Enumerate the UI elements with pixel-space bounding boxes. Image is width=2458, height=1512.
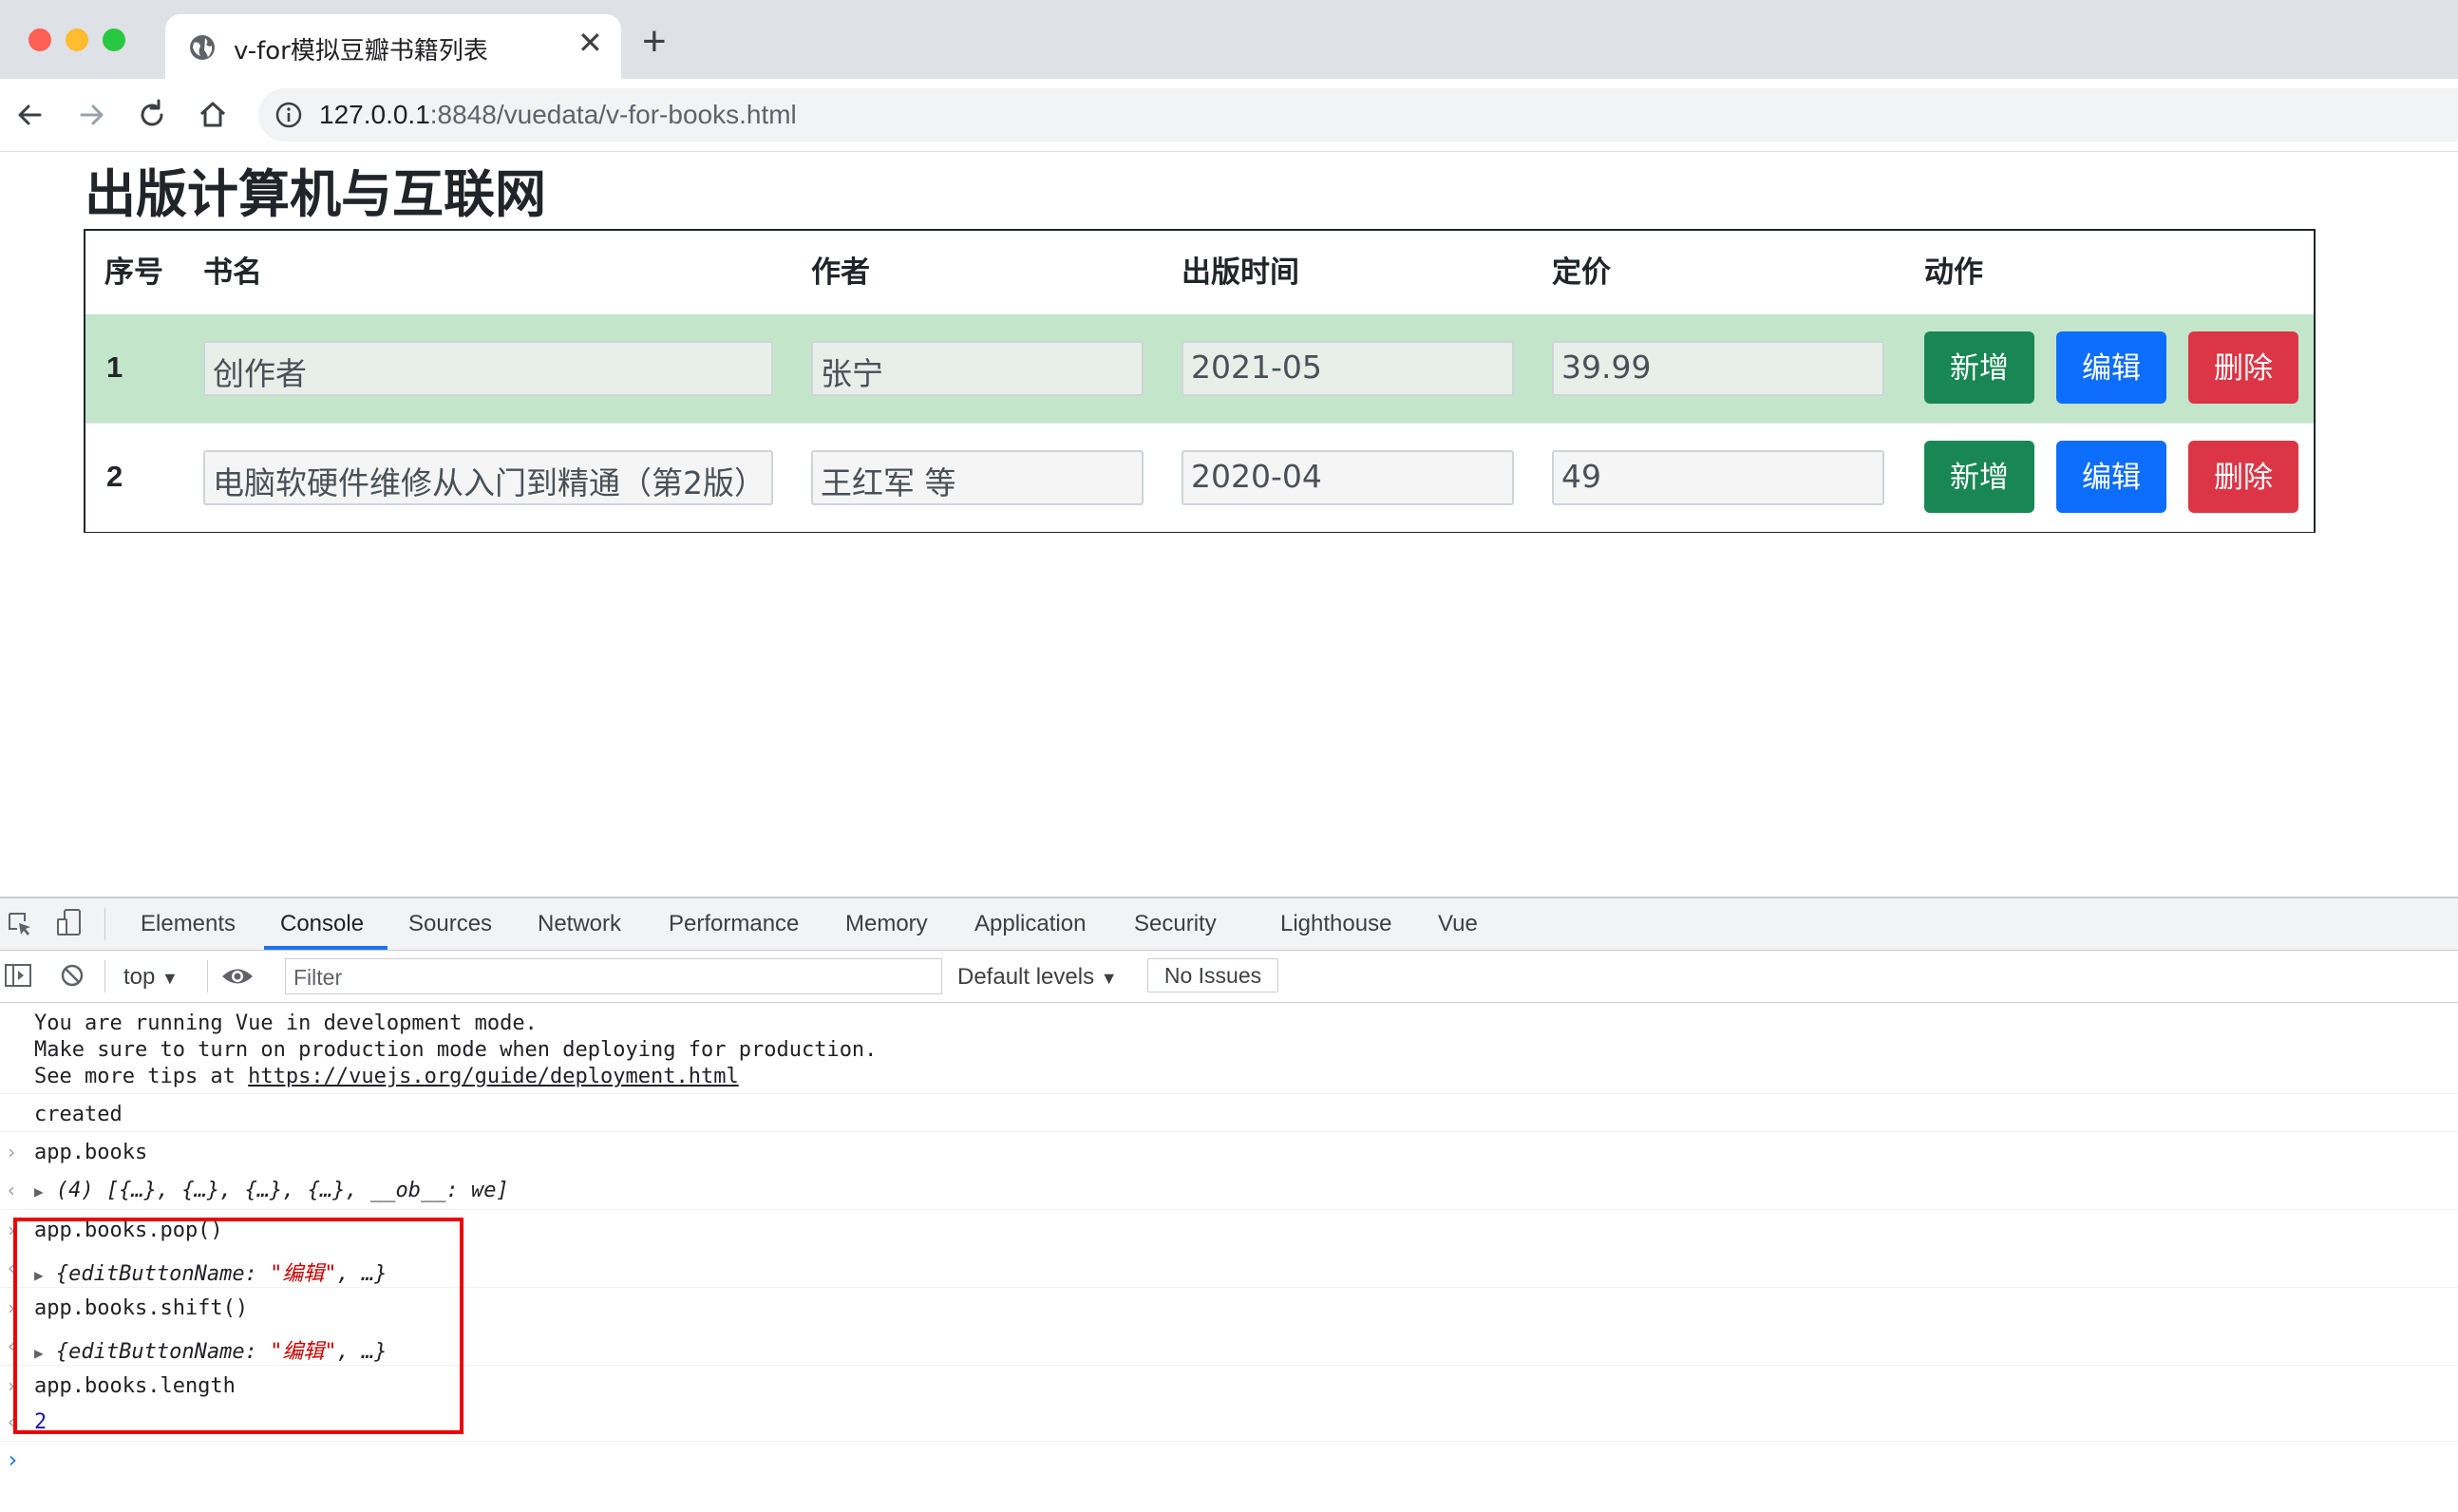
url-text: 127.0.0.1:8848/vuedata/v-for-books.html (319, 100, 797, 129)
eye-icon[interactable] (220, 964, 255, 989)
filterbar-divider (207, 960, 208, 992)
book-name-input[interactable]: 电脑软硬件维修从入门到精通（第2版） (203, 450, 773, 505)
console-result[interactable]: ▶ (4) [{…}, {…}, {…}, {…}, __ob__: we] (34, 1179, 509, 1202)
tab-title: v-for模拟豆瓣书籍列表 (234, 37, 488, 66)
tab-sources[interactable]: Sources (408, 911, 492, 937)
back-arrow-icon[interactable] (11, 96, 49, 134)
table-row: 2 电脑软硬件维修从入门到精通（第2版） 王红军 等 2020-04 49 新增… (85, 423, 2314, 532)
delete-button[interactable]: 删除 (2188, 441, 2298, 513)
header-date: 出版时间 (1182, 255, 1299, 290)
author-input[interactable]: 张宁 (811, 341, 1144, 396)
output-arrow-icon: ‹ (6, 1179, 18, 1201)
console-message: See more tips at https://vuejs.org/guide… (34, 1065, 739, 1088)
globe-icon (190, 35, 215, 60)
page-content: 出版计算机与互联网 序号 书名 作者 出版时间 定价 动作 1 创作者 张宁 2… (0, 152, 2458, 898)
row-index: 1 (106, 350, 123, 384)
price-input[interactable]: 49 (1552, 450, 1884, 505)
inspect-element-icon[interactable] (6, 910, 34, 938)
tab-vue[interactable]: Vue (1438, 911, 1478, 937)
expand-triangle-icon[interactable]: ▶ (34, 1182, 44, 1200)
header-index: 序号 (104, 255, 163, 290)
input-prompt-icon: › (6, 1141, 18, 1163)
tab-console[interactable]: Console (280, 911, 364, 937)
device-toolbar-icon[interactable] (55, 908, 84, 938)
edit-button[interactable]: 编辑 (2056, 331, 2166, 404)
header-author: 作者 (811, 255, 870, 290)
tab-close-icon[interactable]: ✕ (577, 28, 603, 58)
context-selector[interactable]: top ▼ (123, 964, 179, 991)
devtools-tabbar: Elements Console Sources Network Perform… (0, 898, 2458, 951)
close-window-button[interactable] (28, 28, 51, 51)
show-sidebar-icon[interactable] (4, 962, 32, 989)
tab-performance[interactable]: Performance (669, 911, 799, 937)
console-separator (0, 1441, 2458, 1442)
browser-tab-active[interactable]: v-for模拟豆瓣书籍列表 ✕ (165, 14, 621, 79)
books-table: 序号 书名 作者 出版时间 定价 动作 1 创作者 张宁 2021-05 39.… (84, 229, 2316, 533)
author-input[interactable]: 王红军 等 (811, 450, 1144, 505)
page-title: 出版计算机与互联网 (85, 164, 546, 224)
tab-lighthouse[interactable]: Lighthouse (1280, 911, 1391, 937)
minimize-window-button[interactable] (66, 28, 88, 51)
info-icon[interactable] (274, 100, 304, 130)
maximize-window-button[interactable] (103, 28, 125, 51)
forward-arrow-icon[interactable] (72, 96, 110, 134)
price-input[interactable]: 39.99 (1552, 341, 1884, 396)
home-icon[interactable] (194, 96, 232, 134)
new-tab-icon[interactable]: + (642, 21, 667, 63)
address-bar[interactable]: 127.0.0.1:8848/vuedata/v-for-books.html (258, 88, 2458, 142)
console-message: You are running Vue in development mode. (34, 1011, 538, 1035)
deployment-link[interactable]: https://vuejs.org/guide/deployment.html (248, 1065, 739, 1088)
tabbar-divider (104, 908, 105, 940)
console-message: Make sure to turn on production mode whe… (34, 1038, 878, 1062)
publish-date-input[interactable]: 2021-05 (1182, 341, 1514, 396)
console-message: created (34, 1103, 123, 1126)
delete-button[interactable]: 删除 (2188, 331, 2298, 404)
publish-date-input[interactable]: 2020-04 (1182, 450, 1514, 505)
add-button[interactable]: 新增 (1924, 441, 2034, 513)
book-name-input[interactable]: 创作者 (203, 341, 773, 396)
console-separator (0, 1093, 2458, 1094)
tab-application[interactable]: Application (974, 911, 1086, 937)
tab-elements[interactable]: Elements (141, 911, 236, 937)
add-button[interactable]: 新增 (1924, 331, 2034, 404)
header-action: 动作 (1924, 255, 1983, 290)
table-row: 1 创作者 张宁 2021-05 39.99 新增 编辑 删除 (85, 314, 2314, 423)
tab-network[interactable]: Network (538, 911, 621, 937)
annotation-highlight-box (13, 1218, 463, 1434)
browser-toolbar: 127.0.0.1:8848/vuedata/v-for-books.html (0, 79, 2458, 153)
console-prompt-icon[interactable]: › (6, 1446, 19, 1473)
reload-icon[interactable] (133, 96, 171, 134)
filterbar-divider (104, 960, 105, 992)
console-filter-input[interactable]: Filter (285, 958, 942, 994)
edit-button[interactable]: 编辑 (2056, 441, 2166, 513)
row-index: 2 (106, 460, 123, 493)
header-name: 书名 (203, 255, 262, 290)
browser-titlebar: v-for模拟豆瓣书籍列表 ✕ + (0, 0, 2458, 79)
console-command: app.books (34, 1141, 148, 1164)
issues-button[interactable]: No Issues (1147, 958, 1278, 992)
console-filterbar: top ▼ Filter Default levels ▼ No Issues (0, 951, 2458, 1003)
tab-security[interactable]: Security (1134, 911, 1217, 937)
active-tab-indicator (264, 946, 388, 950)
log-levels-dropdown[interactable]: Default levels ▼ (957, 964, 1118, 991)
header-price: 定价 (1552, 255, 1611, 290)
console-separator (0, 1209, 2458, 1210)
clear-console-icon[interactable] (59, 962, 85, 989)
console-separator (0, 1131, 2458, 1132)
tab-memory[interactable]: Memory (845, 911, 928, 937)
